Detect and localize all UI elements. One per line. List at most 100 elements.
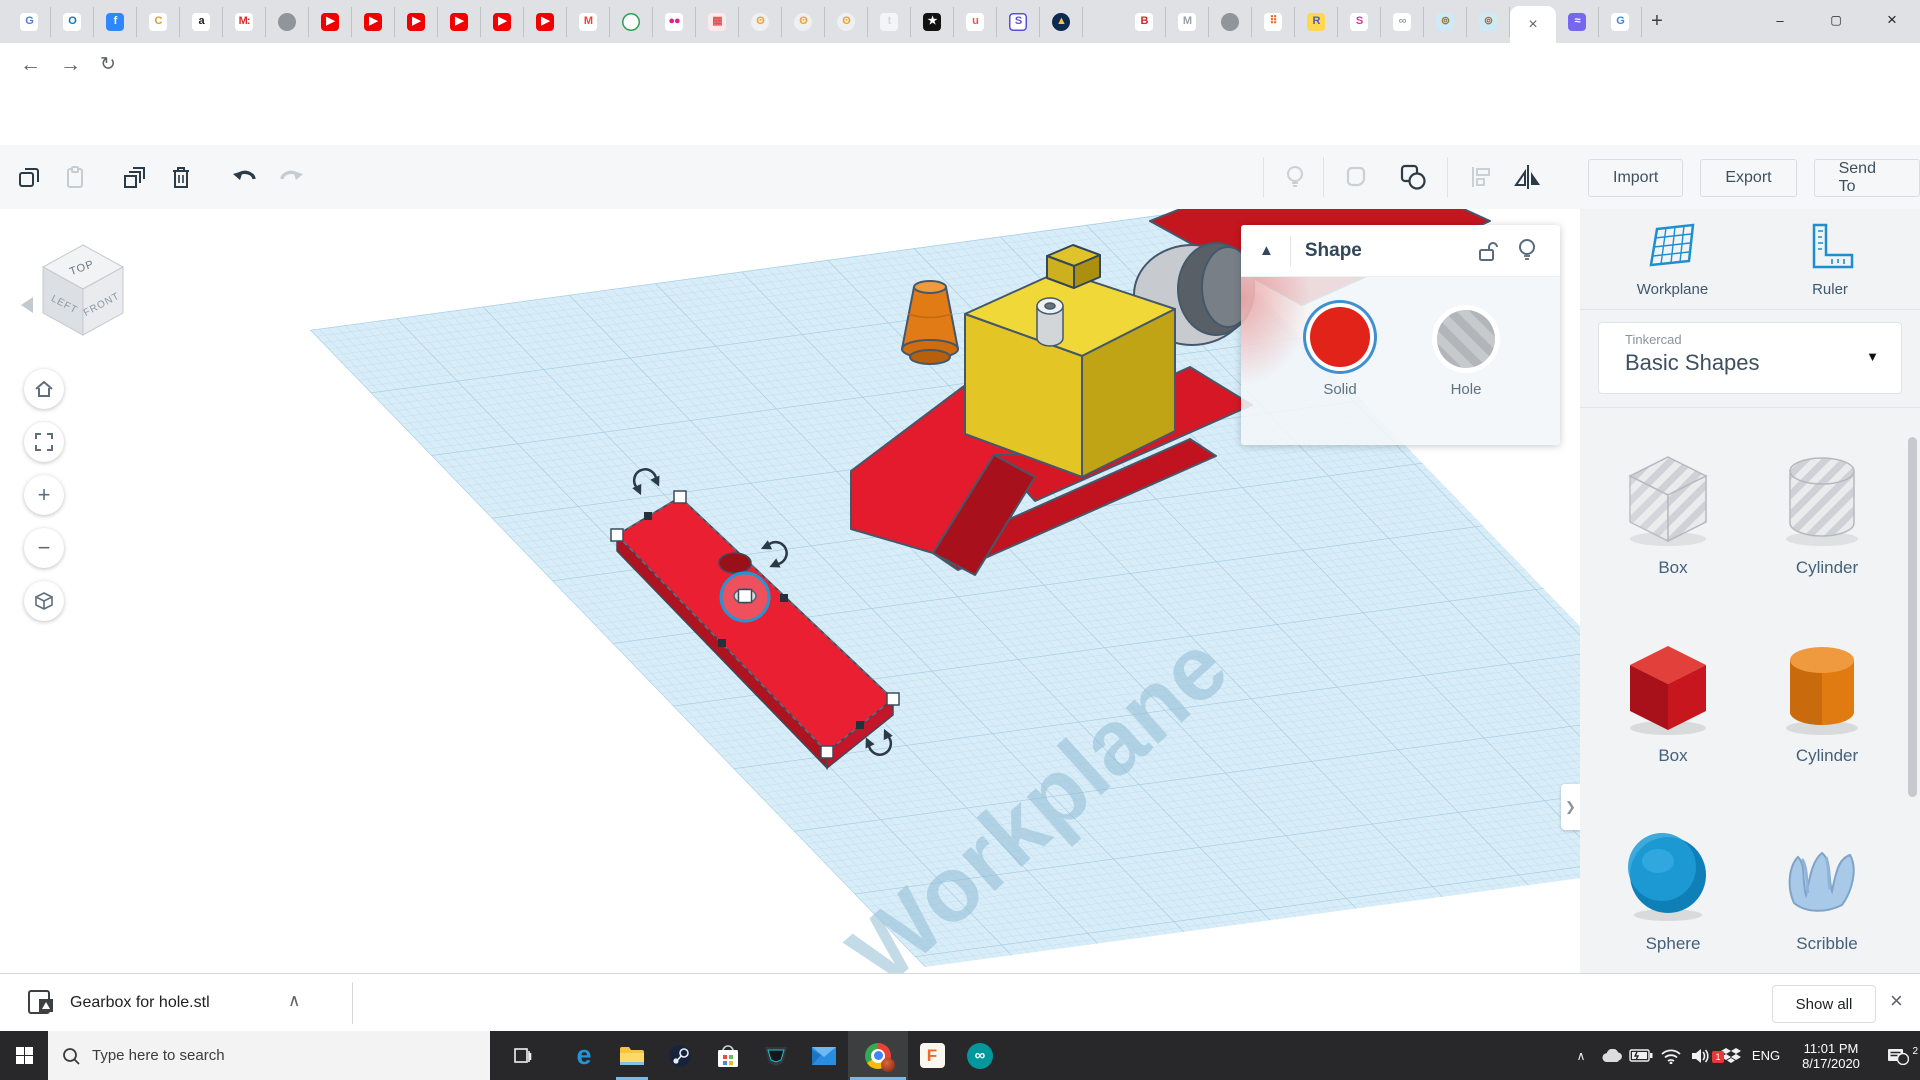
pinned-tab-udemy[interactable]: u: [954, 6, 997, 37]
pinned-tab-youtube-1[interactable]: ▶: [309, 6, 352, 37]
pinned-tab-green-ring[interactable]: [610, 6, 653, 37]
pinned-tab-r-yellow[interactable]: R: [1295, 6, 1338, 37]
train-cab[interactable]: [964, 270, 1176, 478]
forward-icon[interactable]: →: [60, 53, 81, 77]
onedrive-icon[interactable]: [1596, 1048, 1626, 1063]
train-dome-pin[interactable]: [1036, 297, 1064, 347]
solid-option[interactable]: Solid: [1303, 307, 1377, 398]
pinned-tab-google[interactable]: G: [1599, 6, 1642, 37]
pinned-tab-outlook[interactable]: O: [51, 6, 94, 37]
task-view-button[interactable]: [498, 1031, 546, 1080]
pinned-tab-youtube-3[interactable]: ▶: [395, 6, 438, 37]
tab-tinkercad-active[interactable]: ×: [1510, 6, 1556, 43]
pinned-tab-google-translate[interactable]: G: [8, 6, 51, 37]
ruler-tool[interactable]: Ruler: [1790, 221, 1870, 298]
taskbar-ms-store[interactable]: [704, 1031, 752, 1080]
pinned-tab-stema[interactable]: S: [1338, 6, 1381, 37]
pinned-tab-bricks4kidz[interactable]: B: [1123, 6, 1166, 37]
battery-icon[interactable]: [1626, 1049, 1656, 1062]
pinned-tab-globe-2[interactable]: [1209, 6, 1252, 37]
taskbar-search-box[interactable]: Type here to search: [48, 1031, 490, 1080]
download-chevron-icon[interactable]: ∧: [288, 991, 300, 1011]
sidebar-scrollbar[interactable]: [1908, 437, 1917, 797]
undo-button[interactable]: [222, 154, 268, 200]
pinned-tab-lightbulb-3[interactable]: ʘ: [825, 6, 868, 37]
redo-button[interactable]: [268, 154, 314, 200]
pinned-tab-t-faded[interactable]: t: [868, 6, 911, 37]
view-cube[interactable]: TOP LEFT FRONT: [21, 244, 125, 336]
show-all-downloads-button[interactable]: Show all: [1772, 985, 1876, 1023]
taskbar-chrome-active[interactable]: [848, 1031, 908, 1080]
sidebar-collapse-chevron[interactable]: ❯: [1561, 784, 1580, 830]
paste-button[interactable]: [52, 154, 98, 200]
export-button[interactable]: Export: [1700, 159, 1797, 197]
solid-swatch[interactable]: [1310, 307, 1370, 367]
pinned-tab-lightbulb-2[interactable]: ʘ: [782, 6, 825, 37]
panel-collapse-icon[interactable]: ▲: [1259, 242, 1274, 259]
zoom-in-button[interactable]: +: [24, 475, 64, 515]
workplane-tool[interactable]: Workplane: [1625, 221, 1720, 298]
pinned-tab-facebook[interactable]: f: [94, 6, 137, 37]
hole-option[interactable]: Hole: [1429, 310, 1503, 398]
reload-icon[interactable]: ↻: [100, 53, 116, 76]
language-indicator[interactable]: ENG: [1746, 1048, 1786, 1063]
new-tab-button[interactable]: +: [1642, 7, 1672, 37]
back-icon[interactable]: ←: [20, 53, 41, 77]
visibility-bulb-icon[interactable]: [1517, 238, 1537, 263]
perspective-button[interactable]: [24, 581, 64, 621]
hole-swatch[interactable]: [1437, 310, 1495, 368]
pinned-tab-star-black[interactable]: ★: [911, 6, 954, 37]
pinned-tab-lightbulb-1[interactable]: ʘ: [739, 6, 782, 37]
pinned-tab-gold-c[interactable]: C: [137, 6, 180, 37]
pinned-tab-m-silver[interactable]: M: [1166, 6, 1209, 37]
shape-scribble[interactable]: Scribble: [1772, 825, 1882, 954]
taskbar-edge[interactable]: e: [560, 1031, 608, 1080]
send-to-button[interactable]: Send To: [1813, 159, 1920, 197]
taskbar-fusion360[interactable]: F: [908, 1031, 956, 1080]
download-filename[interactable]: Gearbox for hole.stl: [70, 994, 210, 1012]
download-bar-close-icon[interactable]: ×: [1890, 988, 1903, 1014]
pinned-tab-youtube-2[interactable]: ▶: [352, 6, 395, 37]
group-button[interactable]: [1335, 154, 1381, 200]
taskbar-predator[interactable]: [752, 1031, 800, 1080]
align-button[interactable]: [1458, 154, 1504, 200]
ungroup-button[interactable]: [1390, 154, 1436, 200]
pinned-tab-youtube-5[interactable]: ▶: [481, 6, 524, 37]
window-close-button[interactable]: ×: [1864, 0, 1920, 40]
dropbox-icon[interactable]: 1: [1712, 1047, 1746, 1065]
window-maximize-button[interactable]: ▢: [1808, 0, 1864, 40]
pinned-tab-youtube-4[interactable]: ▶: [438, 6, 481, 37]
duplicate-button[interactable]: [112, 154, 158, 200]
pinned-tab-arcade[interactable]: ▦: [696, 6, 739, 37]
copy-button[interactable]: [6, 154, 52, 200]
shape-library-dropdown[interactable]: Tinkercad Basic Shapes ▼: [1598, 322, 1902, 394]
fit-view-button[interactable]: [24, 422, 64, 462]
window-minimize-button[interactable]: –: [1752, 0, 1808, 40]
pinned-tab-robot-1[interactable]: ⊚: [1424, 6, 1467, 37]
delete-button[interactable]: [158, 154, 204, 200]
pinned-tab-handcuffs[interactable]: ∞: [1381, 6, 1424, 37]
pinned-tab-amazon[interactable]: a: [180, 6, 223, 37]
pinned-tab-globe[interactable]: [266, 6, 309, 37]
pinned-tab-dot-grid[interactable]: ⠿: [1252, 6, 1295, 37]
pinned-tab-skillshare[interactable]: S: [997, 6, 1040, 37]
home-view-button[interactable]: [24, 369, 64, 409]
view-cube-left-arrow[interactable]: [21, 297, 33, 313]
taskbar-mail[interactable]: [800, 1031, 848, 1080]
taskbar-arduino[interactable]: ∞: [956, 1031, 1004, 1080]
pinned-tab-gmail[interactable]: M: [567, 6, 610, 37]
pinned-tab-flickr[interactable]: ●●: [653, 6, 696, 37]
shape-solid-cylinder[interactable]: Cylinder: [1772, 637, 1882, 766]
shape-sphere[interactable]: Sphere: [1618, 825, 1728, 954]
wifi-icon[interactable]: [1656, 1048, 1686, 1064]
taskbar-steam[interactable]: [656, 1031, 704, 1080]
shape-solid-box[interactable]: Box: [1618, 637, 1728, 766]
shape-hole-box[interactable]: Box: [1618, 449, 1728, 578]
zoom-out-button[interactable]: −: [24, 528, 64, 568]
pinned-tab-youtube-6[interactable]: ▶: [524, 6, 567, 37]
pinned-tab-medium[interactable]: M:: [223, 6, 266, 37]
tray-chevron-icon[interactable]: ∧: [1566, 1049, 1596, 1063]
pinned-tab-grad-cap[interactable]: ▲: [1040, 6, 1083, 37]
plate-hole[interactable]: [718, 552, 752, 574]
start-button[interactable]: [0, 1031, 48, 1080]
